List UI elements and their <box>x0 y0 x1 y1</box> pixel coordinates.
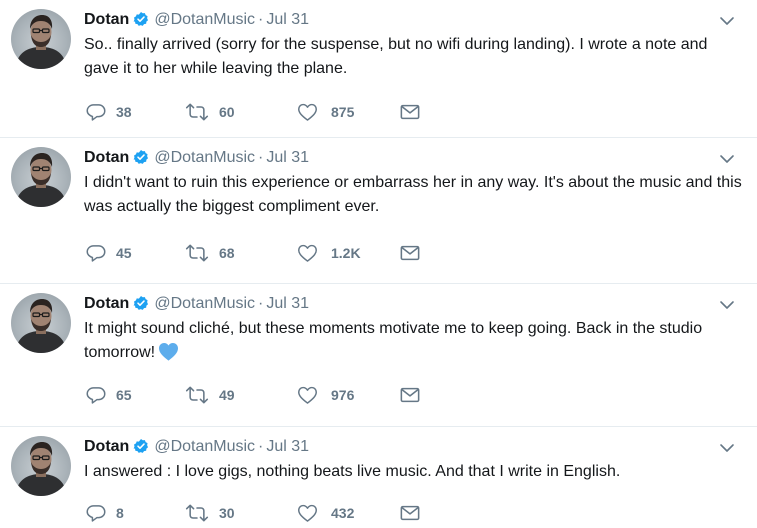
like-button[interactable]: 432 <box>297 501 354 525</box>
blue-heart-emoji <box>158 342 179 369</box>
handle[interactable]: @DotanMusic <box>154 11 255 28</box>
retweet-count: 49 <box>219 387 235 403</box>
direct-message-button[interactable] <box>400 383 420 407</box>
direct-message-button[interactable] <box>400 241 420 265</box>
retweet-button[interactable]: 49 <box>185 383 235 407</box>
retweet-icon <box>185 243 209 263</box>
reply-icon <box>86 243 106 263</box>
timestamp[interactable]: Jul 31 <box>266 11 309 28</box>
tweet[interactable]: Dotan @DotanMusic · Jul 31 I answered : I l… <box>0 427 757 528</box>
retweet-icon <box>185 385 209 405</box>
avatar[interactable] <box>11 436 71 496</box>
like-count: 976 <box>331 387 355 403</box>
tweet-text-content: I didn't want to ruin this experience or… <box>84 174 742 215</box>
like-count: 875 <box>331 104 355 120</box>
retweet-icon <box>185 503 209 523</box>
verified-badge-icon <box>133 438 149 460</box>
tweet[interactable]: Dotan @DotanMusic · Jul 31 So.. finally arr… <box>0 0 757 138</box>
tweet-text: I didn't want to ruin this experience or… <box>84 171 744 219</box>
chevron-down-icon[interactable] <box>718 152 736 166</box>
chevron-down-icon[interactable] <box>718 14 736 28</box>
display-name[interactable]: Dotan <box>84 11 129 28</box>
retweet-count: 68 <box>219 245 235 261</box>
direct-message-button[interactable] <box>400 100 420 124</box>
verified-badge-icon <box>133 149 149 171</box>
reply-count: 38 <box>116 104 132 120</box>
reply-count: 65 <box>116 387 132 403</box>
reply-count: 45 <box>116 245 132 261</box>
handle[interactable]: @DotanMusic <box>154 295 255 312</box>
display-name[interactable]: Dotan <box>84 438 129 455</box>
direct-message-icon <box>400 504 420 522</box>
like-button[interactable]: 976 <box>297 383 354 407</box>
reply-count: 8 <box>116 505 124 521</box>
tweet-header: Dotan @DotanMusic · Jul 31 <box>84 148 309 168</box>
tweet-text: So.. finally arrived (sorry for the susp… <box>84 33 744 81</box>
tweet-header: Dotan @DotanMusic · Jul 31 <box>84 437 309 457</box>
tweet-header: Dotan @DotanMusic · Jul 31 <box>84 10 309 30</box>
reply-button[interactable]: 45 <box>86 241 132 265</box>
retweet-button[interactable]: 68 <box>185 241 235 265</box>
tweet-header: Dotan @DotanMusic · Jul 31 <box>84 294 309 314</box>
like-button[interactable]: 875 <box>297 100 354 124</box>
reply-icon <box>86 385 106 405</box>
verified-badge-icon <box>133 11 149 33</box>
like-icon <box>297 385 318 405</box>
avatar[interactable] <box>11 147 71 207</box>
timestamp[interactable]: Jul 31 <box>266 438 309 455</box>
direct-message-icon <box>400 386 420 404</box>
retweet-icon <box>185 102 209 122</box>
chevron-down-icon[interactable] <box>718 298 736 312</box>
retweet-count: 60 <box>219 104 235 120</box>
direct-message-icon <box>400 103 420 121</box>
timestamp[interactable]: Jul 31 <box>266 295 309 312</box>
separator-dot: · <box>258 295 264 312</box>
reply-icon <box>86 503 106 523</box>
tweet-text-content: I answered : I love gigs, nothing beats … <box>84 463 621 480</box>
reply-button[interactable]: 65 <box>86 383 132 407</box>
like-button[interactable]: 1.2K <box>297 241 361 265</box>
tweet-text: I answered : I love gigs, nothing beats … <box>84 460 744 484</box>
retweet-button[interactable]: 60 <box>185 100 235 124</box>
like-count: 432 <box>331 505 355 521</box>
chevron-down-icon[interactable] <box>718 441 736 455</box>
separator-dot: · <box>258 149 264 166</box>
separator-dot: · <box>258 438 264 455</box>
tweet[interactable]: Dotan @DotanMusic · Jul 31 I didn't want to… <box>0 138 757 284</box>
handle[interactable]: @DotanMusic <box>154 149 255 166</box>
retweet-count: 30 <box>219 505 235 521</box>
display-name[interactable]: Dotan <box>84 295 129 312</box>
reply-icon <box>86 102 106 122</box>
like-icon <box>297 102 318 122</box>
avatar[interactable] <box>11 293 71 353</box>
like-icon <box>297 243 318 263</box>
direct-message-button[interactable] <box>400 501 420 525</box>
handle[interactable]: @DotanMusic <box>154 438 255 455</box>
display-name[interactable]: Dotan <box>84 149 129 166</box>
tweet-text: It might sound cliché, but these moments… <box>84 317 744 369</box>
reply-button[interactable]: 38 <box>86 100 132 124</box>
tweet-text-content: So.. finally arrived (sorry for the susp… <box>84 36 708 77</box>
like-count: 1.2K <box>331 245 361 261</box>
retweet-button[interactable]: 30 <box>185 501 235 525</box>
direct-message-icon <box>400 244 420 262</box>
verified-badge-icon <box>133 295 149 317</box>
reply-button[interactable]: 8 <box>86 501 124 525</box>
like-icon <box>297 503 318 523</box>
tweet[interactable]: Dotan @DotanMusic · Jul 31 It might sound c… <box>0 284 757 427</box>
timestamp[interactable]: Jul 31 <box>266 149 309 166</box>
separator-dot: · <box>258 11 264 28</box>
avatar[interactable] <box>11 9 71 69</box>
